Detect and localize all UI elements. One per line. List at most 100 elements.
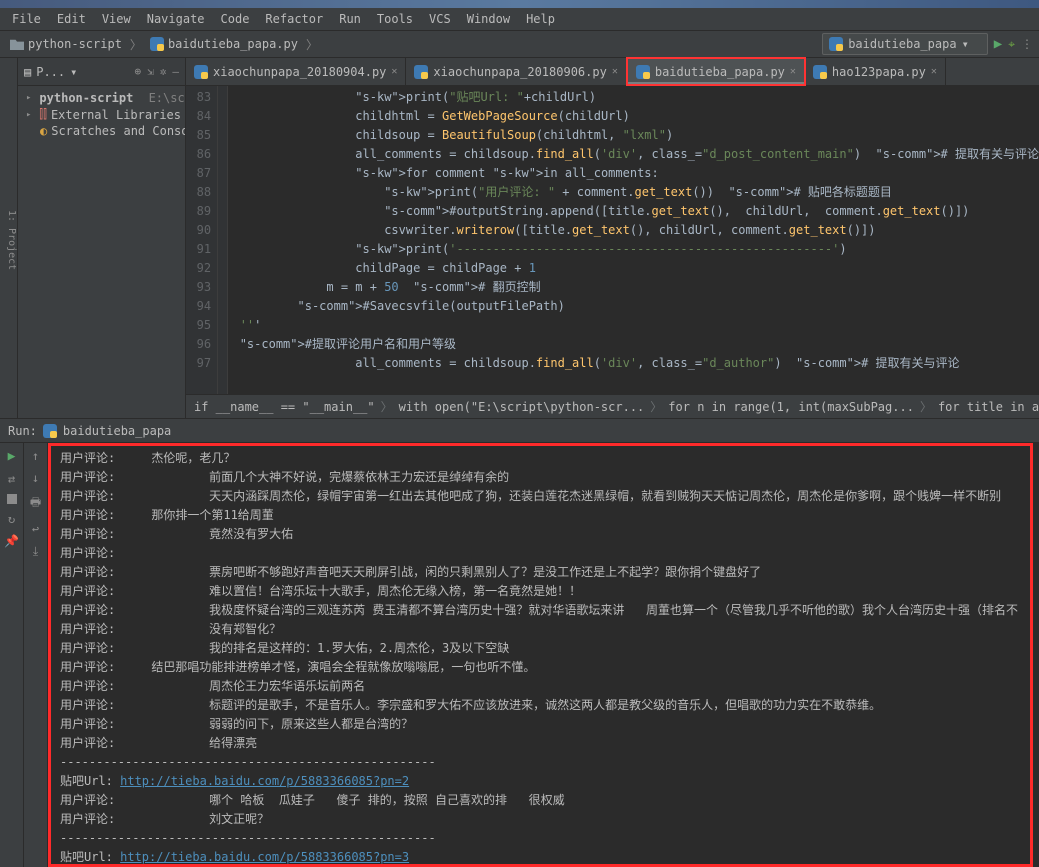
hide-icon[interactable]: — bbox=[172, 65, 179, 78]
more-icon[interactable]: ⋮ bbox=[1021, 37, 1033, 51]
window-titlebar bbox=[0, 0, 1039, 8]
python-icon bbox=[636, 65, 650, 79]
project-tree[interactable]: ▸ python-script E:\scri ▸ ⫿⫿ External Li… bbox=[18, 86, 185, 143]
export-icon[interactable]: 🖶 bbox=[30, 493, 41, 514]
python-icon bbox=[813, 65, 827, 79]
scroll-icon[interactable]: ⤓ bbox=[33, 544, 38, 559]
project-header[interactable]: ▤ P... ▾ ⊕ ⇲ ✲ — bbox=[18, 58, 185, 86]
close-icon[interactable]: ✕ bbox=[931, 66, 937, 77]
expand-icon[interactable]: ▸ bbox=[26, 110, 35, 120]
tab-label: xiaochunpapa_20180906.py bbox=[433, 65, 606, 79]
editor-tab[interactable]: xiaochunpapa_20180904.py ✕ bbox=[186, 58, 406, 85]
run-button[interactable]: ▶ bbox=[994, 36, 1002, 52]
expand-icon[interactable]: ▸ bbox=[26, 93, 31, 103]
editor: xiaochunpapa_20180904.py✕xiaochunpapa_20… bbox=[186, 58, 1039, 418]
python-icon bbox=[194, 65, 208, 79]
run-label: Run: bbox=[8, 424, 37, 438]
editor-breadcrumbs[interactable]: if __name__ == "__main__" 〉 with open("E… bbox=[186, 394, 1039, 418]
tree-scratch-label: Scratches and Consol bbox=[51, 124, 185, 138]
tree-external-libs[interactable]: ▸ ⫿⫿ External Libraries bbox=[22, 106, 181, 123]
main-content: 1: Project ▤ P... ▾ ⊕ ⇲ ✲ — ▸ python-scr… bbox=[0, 58, 1039, 418]
console-output[interactable]: 用户评论: 杰伦呢，老几？ 用户评论: 前面几个大神不好说，完爆蔡依林王力宏还是… bbox=[48, 443, 1039, 867]
crumb-item[interactable]: if __name__ == "__main__" bbox=[194, 400, 375, 414]
editor-tab[interactable]: baidutieba_papa.py ✕ bbox=[626, 57, 806, 86]
breadcrumb-dir-label: python-script bbox=[28, 37, 122, 51]
tree-root[interactable]: ▸ python-script E:\scri bbox=[22, 90, 181, 106]
tree-scratches[interactable]: ◐ Scratches and Consol bbox=[22, 123, 181, 139]
gear-icon[interactable]: ✲ bbox=[160, 65, 167, 78]
breadcrumb-file[interactable]: baidutieba_papa.py bbox=[146, 35, 302, 53]
console-wrap: 用户评论: 杰伦呢，老几？ 用户评论: 前面几个大神不好说，完爆蔡依林王力宏还是… bbox=[48, 443, 1039, 867]
toggle-button[interactable]: ⇄ bbox=[8, 472, 15, 486]
tree-libs-label: External Libraries bbox=[51, 108, 181, 122]
editor-tab[interactable]: xiaochunpapa_20180906.py ✕ bbox=[406, 58, 626, 85]
editor-tab[interactable]: hao123papa.py ✕ bbox=[805, 58, 946, 85]
project-view-label: P... bbox=[36, 65, 65, 79]
menu-file[interactable]: File bbox=[4, 10, 49, 28]
python-icon bbox=[414, 65, 428, 79]
tab-label: hao123papa.py bbox=[832, 65, 926, 79]
menu-edit[interactable]: Edit bbox=[49, 10, 94, 28]
run-tab-label[interactable]: baidutieba_papa bbox=[63, 424, 171, 438]
breadcrumb-dir[interactable]: python-script bbox=[6, 35, 126, 53]
stop-button[interactable] bbox=[7, 494, 17, 504]
menu-vcs[interactable]: VCS bbox=[421, 10, 459, 28]
close-icon[interactable]: ✕ bbox=[391, 66, 397, 77]
project-tool-window: ▤ P... ▾ ⊕ ⇲ ✲ — ▸ python-script E:\scri… bbox=[18, 58, 186, 418]
menu-view[interactable]: View bbox=[94, 10, 139, 28]
run-header[interactable]: Run: baidutieba_papa bbox=[0, 419, 1039, 443]
crumb-item[interactable]: for title in all_titles bbox=[938, 400, 1039, 414]
crumb-item[interactable]: for n in range(1, int(maxSubPag... bbox=[668, 400, 914, 414]
menu-help[interactable]: Help bbox=[518, 10, 563, 28]
code-area[interactable]: 83 84 85 86 87 88 89 90 91 92 93 94 95 9… bbox=[186, 86, 1039, 394]
run-config-label: baidutieba_papa bbox=[848, 37, 956, 51]
editor-tabs[interactable]: xiaochunpapa_20180904.py✕xiaochunpapa_20… bbox=[186, 58, 1039, 86]
tab-label: xiaochunpapa_20180904.py bbox=[213, 65, 386, 79]
run-config-select[interactable]: baidutieba_papa ▾ bbox=[822, 33, 988, 55]
menu-window[interactable]: Window bbox=[459, 10, 518, 28]
console-link[interactable]: http://tieba.baidu.com/p/5883366085?pn=2 bbox=[120, 774, 409, 788]
crumb-item[interactable]: with open("E:\script\python-scr... bbox=[399, 400, 645, 414]
chevron-down-icon: ▾ bbox=[70, 65, 77, 79]
restart-button[interactable]: ↻ bbox=[8, 512, 15, 526]
up-icon[interactable]: ↑ bbox=[32, 449, 39, 463]
close-icon[interactable]: ✕ bbox=[612, 66, 618, 77]
library-icon: ⫿⫿ bbox=[39, 107, 47, 122]
python-icon bbox=[150, 37, 164, 51]
menu-refactor[interactable]: Refactor bbox=[257, 10, 331, 28]
nav-actions: baidutieba_papa ▾ ▶ ⌖ ⋮ bbox=[822, 33, 1033, 55]
left-gutter[interactable]: 1: Project bbox=[0, 58, 18, 418]
rerun-button[interactable]: ▶ bbox=[8, 449, 16, 464]
wrap-icon[interactable]: ↩ bbox=[32, 522, 39, 536]
breadcrumb[interactable]: python-script 〉 baidutieba_papa.py 〉 bbox=[6, 35, 318, 53]
project-view-icon: ▤ bbox=[24, 65, 31, 79]
run-toolbar-primary[interactable]: ▶ ⇄ ↻ 📌 bbox=[0, 443, 24, 867]
console-link[interactable]: http://tieba.baidu.com/p/5883366085?pn=3 bbox=[120, 850, 409, 864]
menu-run[interactable]: Run bbox=[331, 10, 369, 28]
chevron-down-icon: ▾ bbox=[962, 37, 969, 51]
tab-label: baidutieba_papa.py bbox=[655, 65, 785, 79]
run-body: ▶ ⇄ ↻ 📌 ↑ ↓ 🖶 ↩ ⤓ 用户评论: 杰伦呢，老几？ 用户评论: 前面… bbox=[0, 443, 1039, 867]
nav-bar: python-script 〉 baidutieba_papa.py 〉 bai… bbox=[0, 30, 1039, 58]
collapse-icon[interactable]: ⇲ bbox=[147, 65, 154, 78]
fold-gutter[interactable] bbox=[218, 86, 228, 394]
pin-button[interactable]: 📌 bbox=[4, 534, 19, 548]
line-gutter[interactable]: 83 84 85 86 87 88 89 90 91 92 93 94 95 9… bbox=[186, 86, 218, 394]
code-content[interactable]: "s-kw">print("贴吧Url: "+childUrl) childht… bbox=[228, 86, 1039, 394]
menu-navigate[interactable]: Navigate bbox=[139, 10, 213, 28]
breadcrumb-file-label: baidutieba_papa.py bbox=[168, 37, 298, 51]
close-icon[interactable]: ✕ bbox=[790, 66, 796, 77]
tree-root-label: python-script bbox=[39, 91, 133, 105]
menu-code[interactable]: Code bbox=[213, 10, 258, 28]
down-icon[interactable]: ↓ bbox=[32, 471, 39, 485]
scroll-icon[interactable]: ⊕ bbox=[135, 65, 142, 78]
menu-tools[interactable]: Tools bbox=[369, 10, 421, 28]
run-toolbar-secondary[interactable]: ↑ ↓ 🖶 ↩ ⤓ bbox=[24, 443, 48, 867]
menu-bar[interactable]: File Edit View Navigate Code Refactor Ru… bbox=[0, 8, 1039, 30]
python-icon bbox=[829, 37, 843, 51]
chevron-icon: 〉 bbox=[306, 36, 318, 53]
sidebar-project[interactable]: 1: Project bbox=[6, 210, 17, 270]
debug-button[interactable]: ⌖ bbox=[1008, 37, 1015, 52]
run-tool-window: Run: baidutieba_papa ▶ ⇄ ↻ 📌 ↑ ↓ 🖶 ↩ ⤓ 用… bbox=[0, 418, 1039, 867]
folder-icon bbox=[10, 38, 24, 50]
